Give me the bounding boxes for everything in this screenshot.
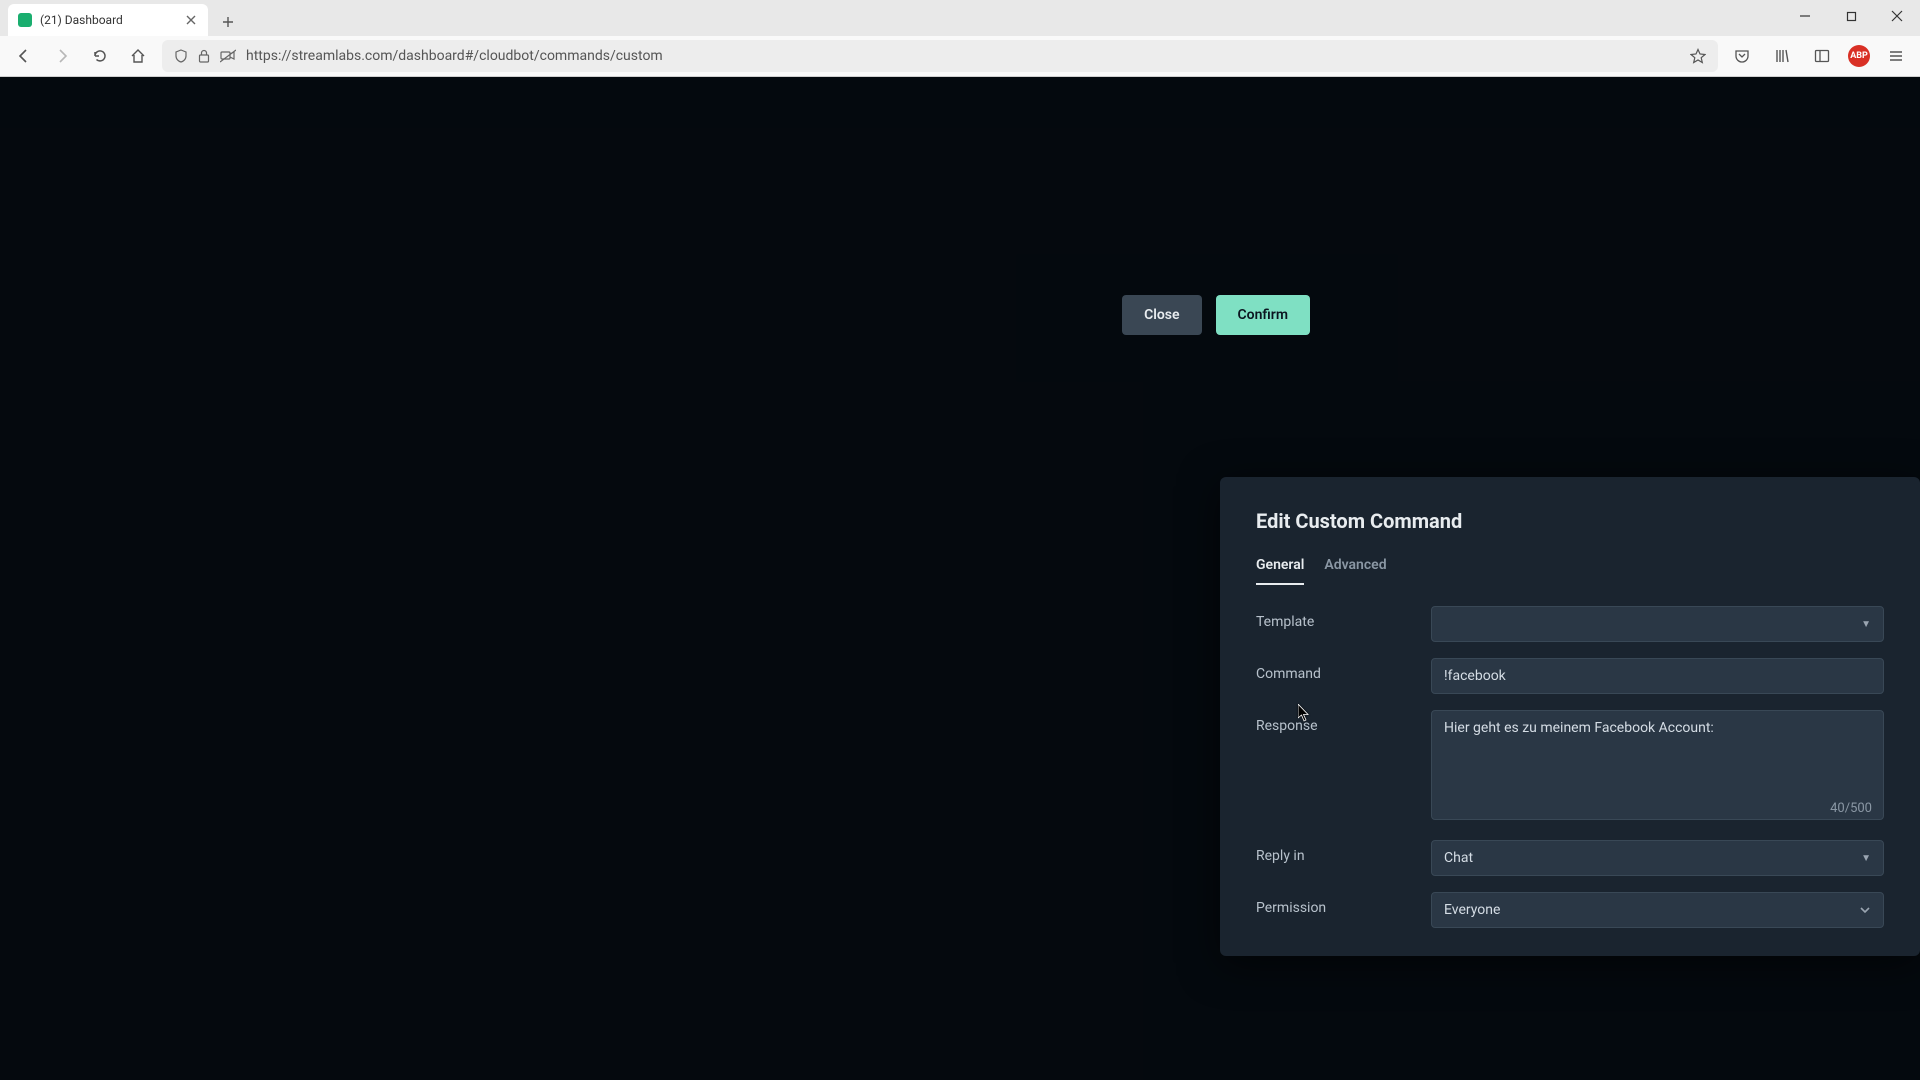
tab-general[interactable]: General [1256, 557, 1304, 585]
label-response: Response [1256, 710, 1431, 734]
caret-down-icon: ▼ [1861, 853, 1871, 864]
pocket-icon[interactable] [1728, 42, 1756, 70]
reload-button[interactable] [86, 42, 114, 70]
lock-icon[interactable] [198, 49, 210, 63]
home-button[interactable] [124, 42, 152, 70]
reply-in-select[interactable]: Chat ▼ [1431, 840, 1884, 876]
new-tab-button[interactable] [214, 8, 242, 36]
toolbar-right: ABP [1728, 42, 1910, 70]
menu-button[interactable] [1882, 42, 1910, 70]
browser-chrome: (21) Dashboard [0, 0, 1920, 77]
tab-advanced[interactable]: Advanced [1324, 557, 1386, 585]
url-bar[interactable]: https://streamlabs.com/dashboard#/cloudb… [162, 40, 1718, 72]
label-command: Command [1256, 658, 1431, 682]
tab-close-icon[interactable] [184, 13, 198, 27]
command-input[interactable] [1431, 658, 1884, 694]
response-counter: 40/500 [1830, 801, 1872, 816]
edit-command-modal: Edit Custom Command General Advanced Tem… [1220, 477, 1920, 956]
label-template: Template [1256, 606, 1431, 630]
permission-select[interactable]: Everyone [1431, 892, 1884, 928]
library-icon[interactable] [1768, 42, 1796, 70]
label-permission: Permission [1256, 892, 1431, 916]
confirm-button[interactable]: Confirm [1216, 295, 1310, 335]
tab-title: (21) Dashboard [40, 13, 176, 27]
page-content: Edit Custom Command General Advanced Tem… [0, 77, 1920, 1080]
forward-button[interactable] [48, 42, 76, 70]
chevron-down-icon [1859, 904, 1871, 916]
url-text: https://streamlabs.com/dashboard#/cloudb… [246, 48, 1680, 64]
permission-value: Everyone [1444, 902, 1500, 918]
shield-icon[interactable] [174, 49, 188, 63]
sidebar-toggle-icon[interactable] [1808, 42, 1836, 70]
adblock-extension-icon[interactable]: ABP [1848, 45, 1870, 67]
url-security-icons [174, 49, 236, 63]
minimize-button[interactable] [1782, 0, 1828, 32]
browser-toolbar: https://streamlabs.com/dashboard#/cloudb… [0, 36, 1920, 76]
response-textarea[interactable] [1431, 710, 1884, 820]
permissions-icon[interactable] [220, 49, 236, 63]
maximize-button[interactable] [1828, 0, 1874, 32]
back-button[interactable] [10, 42, 38, 70]
caret-down-icon: ▼ [1861, 619, 1871, 630]
tab-bar: (21) Dashboard [0, 0, 1920, 36]
label-reply-in: Reply in [1256, 840, 1431, 864]
favicon [18, 13, 32, 27]
browser-tab[interactable]: (21) Dashboard [8, 4, 208, 36]
modal-button-row: Close Confirm [610, 295, 1310, 335]
window-controls [1782, 0, 1920, 36]
modal-tabs: General Advanced [1256, 557, 1884, 586]
close-button[interactable]: Close [1122, 295, 1201, 335]
reply-in-value: Chat [1444, 850, 1473, 866]
template-select[interactable]: ▼ [1431, 606, 1884, 642]
bookmark-star-icon[interactable] [1690, 48, 1706, 64]
window-close-button[interactable] [1874, 0, 1920, 32]
modal-title: Edit Custom Command [1256, 509, 1884, 533]
